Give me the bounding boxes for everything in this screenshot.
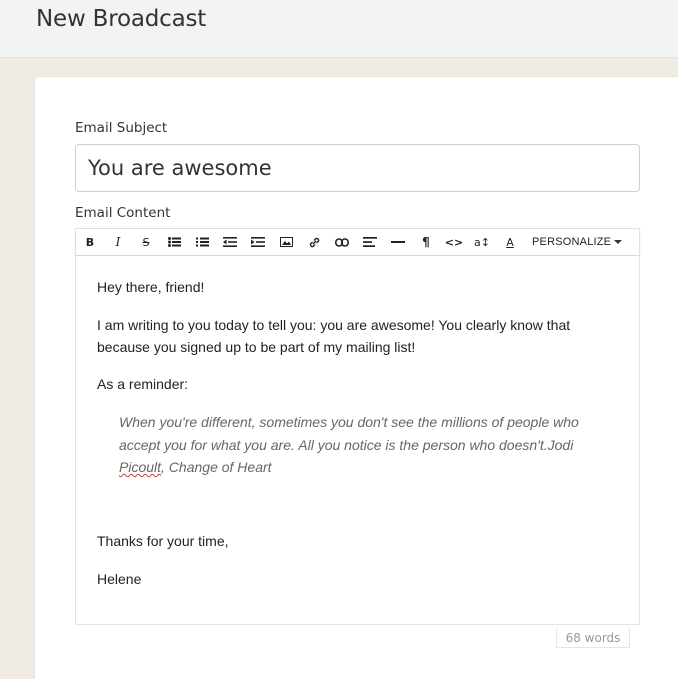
greeting-text: Hey there, friend! bbox=[97, 279, 205, 295]
quote-line: When you're different, sometimes you don… bbox=[119, 414, 579, 430]
italic-icon[interactable]: I bbox=[104, 229, 132, 256]
email-content-label: Email Content bbox=[75, 205, 171, 221]
paragraph-line: because you signed up to be part of my m… bbox=[97, 339, 416, 355]
text-color-icon[interactable]: A bbox=[496, 229, 524, 256]
chain-icon[interactable] bbox=[328, 229, 356, 256]
indent-icon[interactable] bbox=[244, 229, 272, 256]
email-content-editor[interactable]: Hey there, friend! I am writing to you t… bbox=[75, 255, 640, 625]
reminder-text: As a reminder: bbox=[97, 376, 189, 392]
closing-text: Thanks for your time, bbox=[97, 533, 229, 549]
page-title: New Broadcast bbox=[36, 6, 207, 32]
horizontal-rule-icon[interactable] bbox=[384, 229, 412, 256]
chevron-down-icon bbox=[614, 240, 623, 244]
align-left-icon[interactable] bbox=[356, 229, 384, 256]
outdent-icon[interactable] bbox=[216, 229, 244, 256]
quote-source: , Change of Heart bbox=[161, 459, 272, 475]
font-size-icon[interactable]: a↕ bbox=[468, 229, 496, 256]
personalize-label: PERSONALIZE bbox=[532, 236, 612, 248]
signature-text: Helene bbox=[97, 571, 142, 587]
email-subject-label: Email Subject bbox=[75, 120, 168, 136]
numbered-list-icon[interactable] bbox=[188, 229, 216, 256]
blockquote: When you're different, sometimes you don… bbox=[119, 411, 619, 479]
word-count: 68 words bbox=[556, 628, 630, 648]
link-icon[interactable] bbox=[300, 229, 328, 256]
quote-line: accept you for what you are. All you not… bbox=[119, 436, 574, 453]
paragraph-icon[interactable]: ¶ bbox=[412, 229, 440, 256]
editor-toolbar: B I S ¶ <> a↕ A PERSONALIZE bbox=[75, 228, 640, 255]
misspelled-word[interactable]: Picoult bbox=[119, 459, 161, 475]
code-icon[interactable]: <> bbox=[440, 229, 468, 256]
bold-icon[interactable]: B bbox=[76, 229, 104, 256]
quote-line: Picoult, Change of Heart bbox=[119, 456, 619, 479]
image-icon[interactable] bbox=[272, 229, 300, 256]
bullet-list-icon[interactable] bbox=[160, 229, 188, 256]
email-subject-input[interactable]: You are awesome bbox=[75, 144, 640, 192]
strikethrough-icon[interactable]: S bbox=[132, 229, 160, 256]
personalize-dropdown[interactable]: PERSONALIZE bbox=[532, 236, 623, 248]
top-bar: New Broadcast bbox=[0, 0, 678, 58]
paragraph-line: I am writing to you today to tell you: y… bbox=[97, 317, 571, 333]
